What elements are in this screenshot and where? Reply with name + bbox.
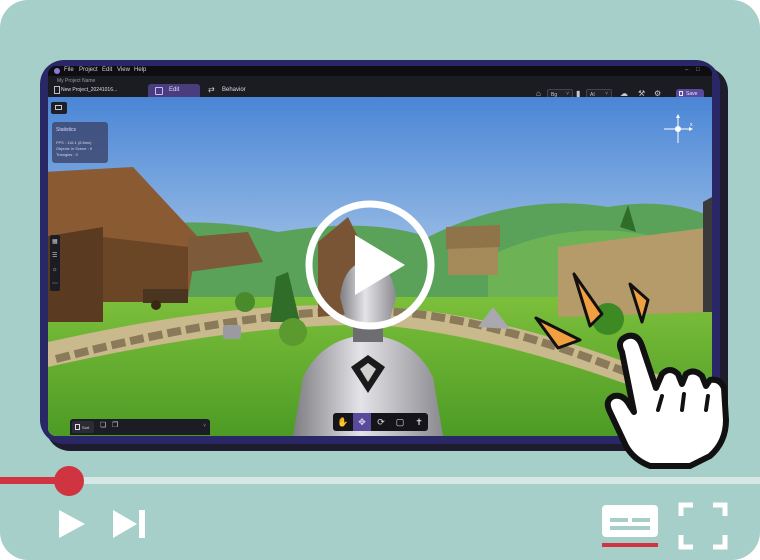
grid-icon[interactable]: ▦ — [52, 239, 58, 245]
more-icon[interactable]: ⋯ — [52, 281, 58, 287]
axis-gizmo-icon — [664, 114, 693, 143]
tree — [279, 318, 307, 346]
sort-icon — [75, 424, 80, 430]
transform-tool-icon[interactable]: ✝ — [410, 413, 428, 431]
tab-edit-label: Edit — [169, 87, 180, 93]
captions-icon[interactable] — [600, 502, 660, 550]
project-bar: My Project Name New Project_20241016... … — [48, 76, 712, 101]
menu-view[interactable]: View — [117, 67, 130, 73]
tab-behavior[interactable]: ⇄ Behavior — [208, 84, 288, 97]
sort-tab-label: Sort — [82, 425, 90, 430]
layers-icon[interactable]: ❏ — [100, 422, 106, 430]
sort-tab[interactable]: Sort — [72, 421, 94, 433]
menu-help[interactable]: Help — [134, 67, 146, 73]
rock — [223, 325, 241, 339]
hand-tool-icon[interactable]: ✋ — [334, 413, 352, 431]
bottom-panel: Sort ❏ ❐ ˅ — [70, 419, 210, 435]
minimize-icon[interactable]: – — [685, 67, 688, 73]
stat-fps: FPS : 116.1 (8.6ms) — [56, 140, 92, 145]
stat-objects: Objects In Scene : 9 — [56, 146, 93, 151]
rotate-tool-icon[interactable]: ⟳ — [372, 413, 390, 431]
orientation-gizmo[interactable]: x — [660, 111, 696, 147]
stat-triangles: Triangles : 0 — [56, 152, 78, 157]
menu-bar: File Project Edit View Help – □ — [48, 66, 712, 76]
next-icon[interactable] — [110, 507, 150, 541]
project-name-label: My Project Name — [57, 78, 96, 84]
maximize-icon[interactable]: □ — [696, 67, 700, 73]
video-player-card: File Project Edit View Help – □ My Proje… — [0, 0, 760, 560]
progress-track[interactable] — [0, 477, 760, 484]
cart — [143, 289, 188, 303]
gizmo-axis-label: x — [690, 122, 693, 128]
tab-edit[interactable]: Edit — [148, 84, 200, 97]
menu-edit[interactable]: Edit — [102, 67, 112, 73]
tab-behavior-label: Behavior — [222, 87, 246, 93]
collapse-chevron-icon[interactable]: ˅ — [203, 423, 206, 429]
save-icon — [679, 91, 683, 96]
progress-scrubber[interactable] — [54, 466, 84, 496]
move-tool-icon[interactable]: ✥ — [353, 413, 371, 431]
scale-tool-icon[interactable]: ▢ — [391, 413, 409, 431]
file-icon — [54, 86, 60, 94]
camera-icon — [55, 105, 62, 110]
light-icon[interactable]: ☼ — [52, 267, 58, 273]
viewport-menu-button[interactable] — [51, 102, 67, 114]
cart-wheel — [151, 300, 161, 310]
transform-toolbar: ✋ ✥ ⟳ ▢ ✝ — [333, 413, 428, 431]
pointer-hand-icon — [534, 272, 729, 469]
statistics-panel: Statistics FPS : 116.1 (8.6ms) Objects I… — [52, 122, 108, 163]
project-path: New Project_20241016... — [61, 87, 118, 93]
list-icon[interactable]: ☰ — [52, 253, 57, 259]
statistics-title: Statistics — [56, 127, 77, 133]
menu-file[interactable]: File — [64, 67, 74, 73]
hut-roof — [446, 225, 500, 249]
behavior-icon: ⇄ — [208, 85, 215, 94]
tree — [235, 292, 255, 312]
app-logo-icon — [54, 68, 60, 74]
assets-icon[interactable]: ❐ — [112, 422, 118, 430]
left-toolstrip: ▦ ☰ ☼ ⋯ — [50, 235, 60, 291]
edit-icon — [155, 87, 163, 95]
play-icon[interactable] — [54, 507, 88, 541]
fullscreen-icon[interactable] — [678, 502, 728, 550]
menu-project[interactable]: Project — [79, 67, 98, 73]
